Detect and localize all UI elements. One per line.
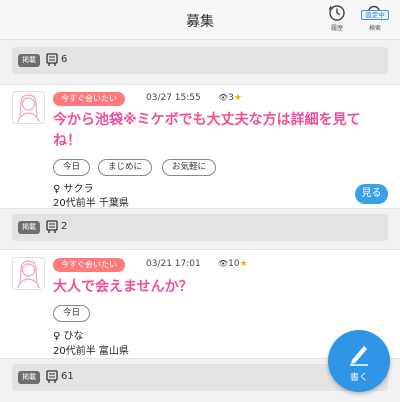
view-counter: 👁10★ <box>218 259 248 269</box>
eye-icon: 👁 <box>218 259 229 268</box>
post-count: 6 <box>61 54 68 65</box>
notice-icon <box>46 53 58 66</box>
female-avatar-icon <box>17 94 40 123</box>
filter-active-badge: 設定中 <box>361 10 389 20</box>
female-avatar-icon <box>17 260 40 289</box>
post-card[interactable]: 今すぐ会いたい 03/27 15:55 👁3★ 今から池袋※ミケボでも大丈夫な方… <box>0 84 400 209</box>
clock-icon <box>328 5 345 21</box>
tag-chip: まじめに <box>98 159 153 176</box>
post-title[interactable]: 今から池袋※ミケボでも大丈夫な方は詳細を見て ね！ <box>53 110 361 152</box>
write-label: 書く <box>349 373 368 383</box>
tag-chip: お気軽に <box>162 159 217 176</box>
posted-tag: 掲載 <box>18 54 40 67</box>
posted-tag: 掲載 <box>18 371 40 384</box>
notice-icon <box>46 220 58 233</box>
search-button[interactable]: 検索 設定中 <box>360 4 390 36</box>
write-post-button[interactable]: 書く <box>328 330 390 392</box>
purpose-label: 今すぐ会いたい <box>53 92 125 106</box>
post-count: 61 <box>61 371 74 382</box>
notice-icon <box>46 370 58 383</box>
view-counter: 👁3★ <box>218 93 242 103</box>
view-button[interactable]: 見る <box>355 184 388 204</box>
purpose-label: 今すぐ会いたい <box>53 258 125 272</box>
avatar[interactable] <box>12 91 45 124</box>
post-datetime: 03/27 15:55 <box>146 93 201 103</box>
eye-icon: 👁 <box>218 93 229 102</box>
post-datetime: 03/21 17:01 <box>146 259 201 269</box>
search-label: 検索 <box>368 25 381 32</box>
post-title-line1: 今から池袋※ミケボでも大丈夫な方は詳細を見て <box>53 112 361 128</box>
tag-chip: 今日 <box>53 305 91 322</box>
star-icon: ★ <box>239 259 248 269</box>
history-button[interactable]: 履歴 <box>322 4 352 36</box>
post-title-line2: ね！ <box>53 133 81 149</box>
poster-name: ♀ ひな <box>53 331 84 342</box>
posted-tag: 掲載 <box>18 221 40 234</box>
post-count-bar: 掲載 2 <box>12 214 388 241</box>
avatar[interactable] <box>12 257 45 290</box>
view-count: 10 <box>228 259 240 269</box>
poster-info: 20代前半 千葉県 <box>53 198 129 209</box>
history-label: 履歴 <box>330 25 343 32</box>
app-header: 募集 履歴 検索 設定中 <box>0 0 400 40</box>
pencil-icon <box>350 346 368 366</box>
poster-info: 20代前半 富山県 <box>53 346 129 357</box>
poster-name: ♀ サクラ <box>53 184 94 195</box>
post-title-line1: 大人で会えませんか？ <box>53 279 193 295</box>
post-count-bar: 掲載 6 <box>12 47 388 74</box>
post-title[interactable]: 大人で会えませんか？ <box>53 277 193 298</box>
star-icon: ★ <box>233 93 242 103</box>
tag-chip: 今日 <box>53 159 91 176</box>
post-count: 2 <box>61 221 68 232</box>
